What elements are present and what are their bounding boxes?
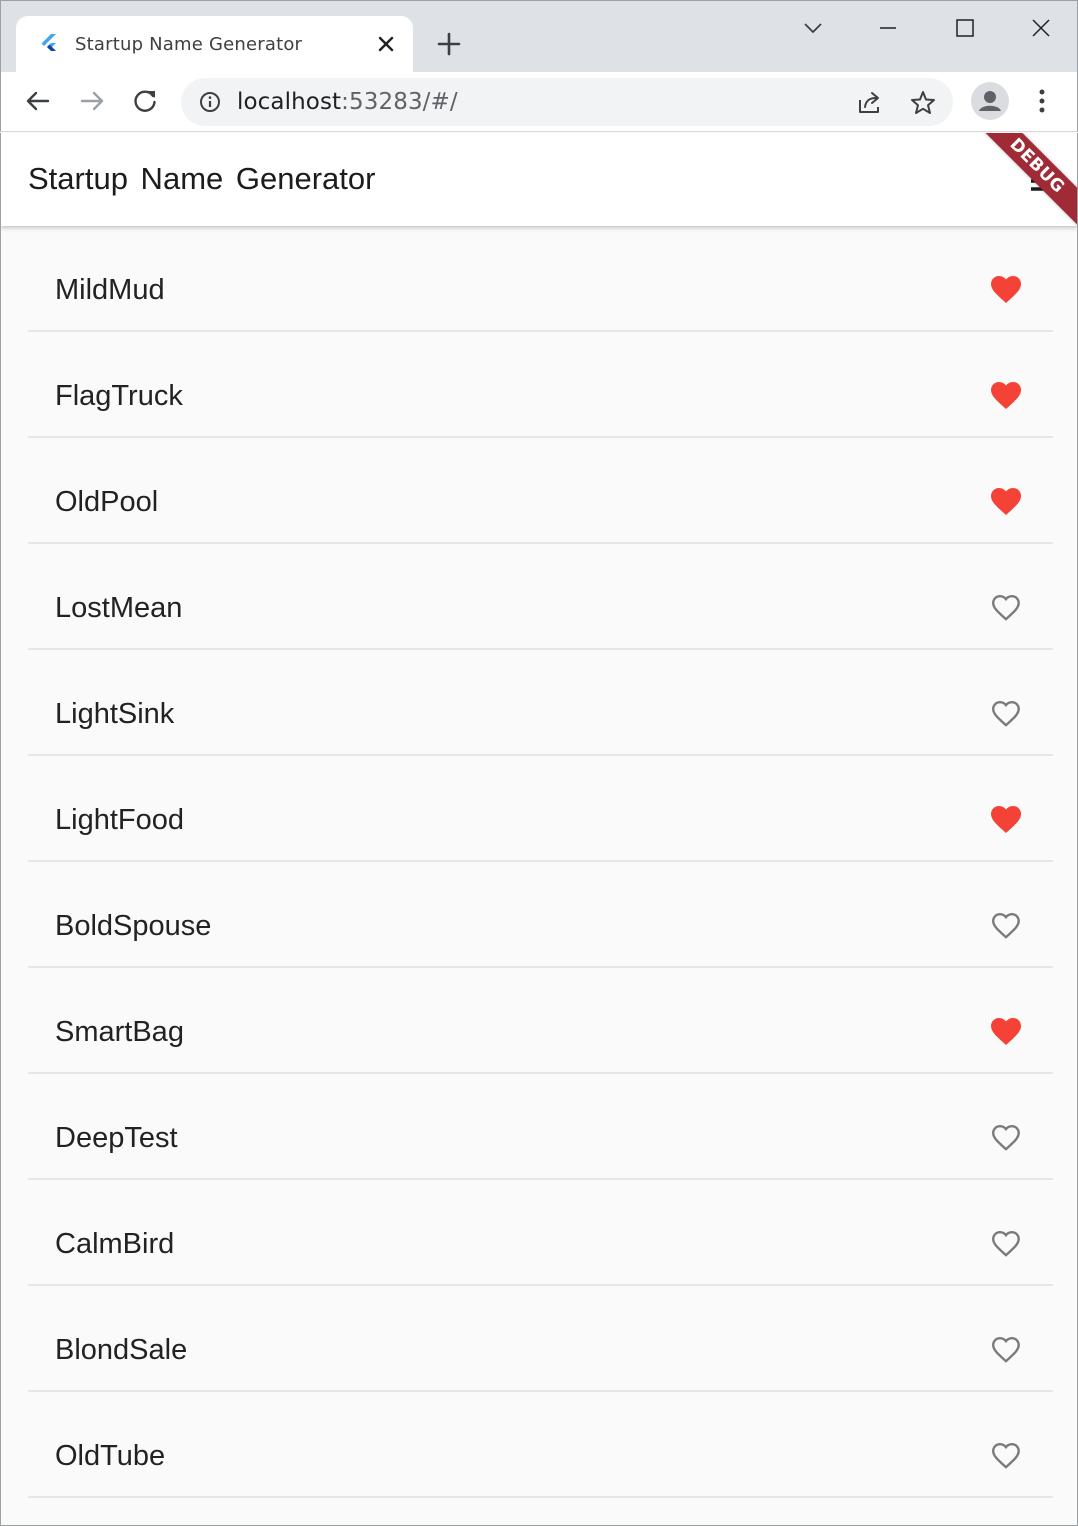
favorite-border-icon[interactable] (989, 1228, 1023, 1260)
tab-strip: Startup Name Generator (0, 0, 1078, 73)
list-item-label: SmartBag (55, 1016, 184, 1048)
tab-search-icon[interactable] (796, 11, 830, 45)
favorite-filled-icon[interactable] (989, 804, 1023, 836)
favorite-border-icon[interactable] (989, 910, 1023, 942)
list-item[interactable]: LostMean (28, 544, 1053, 650)
list-item-label: DeepTest (55, 1122, 178, 1154)
favorite-border-icon[interactable] (989, 1334, 1023, 1366)
url-text[interactable]: localhost:53283/#/ (237, 89, 458, 115)
name-list: MildMud FlagTruck OldPool LostMean LightSink… (1, 226, 1077, 1498)
favorite-border-icon[interactable] (989, 592, 1023, 624)
close-tab-icon[interactable] (374, 32, 398, 56)
back-arrow-icon[interactable] (23, 86, 53, 116)
url-path: :53283/#/ (341, 89, 458, 115)
maximize-icon[interactable] (948, 11, 982, 45)
favorite-filled-icon[interactable] (989, 380, 1023, 412)
list-item-label: LostMean (55, 592, 183, 624)
favorite-border-icon[interactable] (989, 1122, 1023, 1154)
browser-tab[interactable]: Startup Name Generator (16, 16, 413, 73)
list-item[interactable]: LightSink (28, 650, 1053, 756)
site-info-icon[interactable] (199, 91, 221, 113)
list-item[interactable]: BlondSale (28, 1286, 1053, 1392)
list-item-label: BlondSale (55, 1334, 188, 1366)
list-item-label: CalmBird (55, 1228, 175, 1260)
tab-title: Startup Name Generator (75, 34, 303, 55)
list-item-label: FlagTruck (55, 380, 183, 412)
new-tab-icon[interactable] (434, 29, 464, 59)
close-window-icon[interactable] (1024, 11, 1058, 45)
list-item-label: LightSink (55, 698, 175, 730)
url-host: localhost (237, 89, 342, 115)
list-item[interactable]: OldTube (28, 1392, 1053, 1498)
share-icon[interactable] (856, 89, 884, 117)
address-bar[interactable]: localhost:53283/#/ (181, 78, 953, 126)
forward-arrow-icon[interactable] (77, 86, 107, 116)
favorite-filled-icon[interactable] (989, 486, 1023, 518)
list-item-label: MildMud (55, 274, 165, 306)
reload-icon[interactable] (130, 86, 160, 116)
list-item[interactable]: LightFood (28, 756, 1053, 862)
more-menu-icon[interactable] (1028, 86, 1056, 116)
list-item[interactable]: BoldSpouse (28, 862, 1053, 968)
list-item[interactable]: MildMud (28, 226, 1053, 332)
favorite-border-icon[interactable] (989, 1440, 1023, 1472)
list-item-label: OldTube (55, 1440, 166, 1472)
browser-toolbar: localhost:53283/#/ (0, 72, 1078, 132)
list-item-label: LightFood (55, 804, 184, 836)
favorite-filled-icon[interactable] (989, 1016, 1023, 1048)
page-title: Startup Name Generator (28, 161, 376, 196)
list-item[interactable]: DeepTest (28, 1074, 1053, 1180)
minimize-icon[interactable] (871, 11, 905, 45)
app-bar: Startup Name Generator (1, 133, 1077, 226)
list-item[interactable]: CalmBird (28, 1180, 1053, 1286)
flutter-logo-icon (41, 34, 56, 51)
profile-avatar-icon[interactable] (971, 82, 1009, 120)
list-item[interactable]: FlagTruck (28, 332, 1053, 438)
list-item-label: BoldSpouse (55, 910, 212, 942)
app-viewport: Startup Name Generator DEBUG MildMud Flag… (0, 133, 1078, 1526)
list-item-label: OldPool (55, 486, 159, 518)
favorite-border-icon[interactable] (989, 698, 1023, 730)
list-item[interactable]: SmartBag (28, 968, 1053, 1074)
bookmark-star-icon[interactable] (909, 89, 937, 117)
favorite-filled-icon[interactable] (989, 274, 1023, 306)
list-item[interactable]: OldPool (28, 438, 1053, 544)
